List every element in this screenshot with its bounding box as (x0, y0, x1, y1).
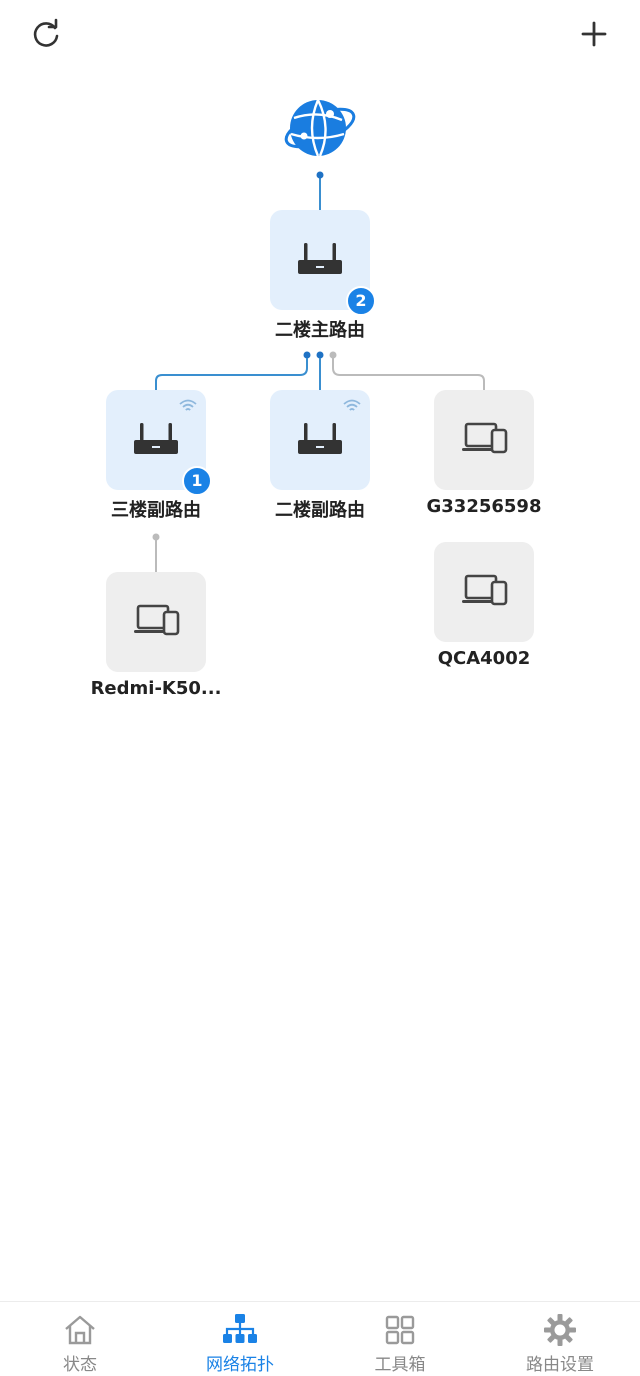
router-icon (298, 243, 342, 274)
sub-router-node-2f[interactable] (270, 390, 370, 490)
device-node-qca4002[interactable] (434, 542, 534, 642)
nav-label-toolbox: 工具箱 (374, 1355, 426, 1375)
devices-icon (462, 422, 508, 454)
topology-icon (223, 1314, 257, 1343)
device-label-qca4002: QCA4002 (437, 648, 531, 669)
wifi-icon (179, 399, 197, 411)
sub-router-node-3f[interactable]: 1 (106, 390, 212, 496)
device-node-redmi[interactable] (106, 572, 206, 672)
sub-router-badge: 1 (182, 466, 212, 496)
main-router-badge: 2 (346, 286, 376, 316)
globe-icon (284, 99, 356, 157)
device-label-redmi: Redmi-K50... (90, 678, 222, 699)
devices-icon (134, 604, 180, 636)
bottom-nav: 状态 网络拓扑 工具箱 路由设置 (0, 1301, 640, 1376)
home-icon (65, 1315, 95, 1345)
internet-node[interactable] (282, 96, 358, 160)
nav-item-topology[interactable]: 网络拓扑 (160, 1302, 320, 1376)
router-icon (298, 423, 342, 454)
device-label-g33256598: G33256598 (426, 496, 542, 517)
grid-icon (385, 1315, 415, 1345)
nav-item-router-settings[interactable]: 路由设置 (480, 1302, 640, 1376)
nav-label-status: 状态 (63, 1355, 97, 1375)
sub-router-label-2f: 二楼副路由 (275, 500, 365, 521)
nav-label-topology: 网络拓扑 (206, 1355, 274, 1375)
gear-icon (544, 1314, 576, 1346)
nav-item-toolbox[interactable]: 工具箱 (320, 1302, 480, 1376)
main-router-node[interactable]: 2 (270, 210, 376, 316)
nav-item-status[interactable]: 状态 (0, 1302, 160, 1376)
wifi-icon (343, 399, 361, 411)
sub-router-label-3f: 三楼副路由 (111, 500, 201, 521)
devices-icon (462, 574, 508, 606)
main-router-label: 二楼主路由 (275, 320, 365, 341)
device-node-g33256598[interactable] (434, 390, 534, 490)
router-icon (134, 423, 178, 454)
nav-label-router-settings: 路由设置 (526, 1355, 594, 1375)
